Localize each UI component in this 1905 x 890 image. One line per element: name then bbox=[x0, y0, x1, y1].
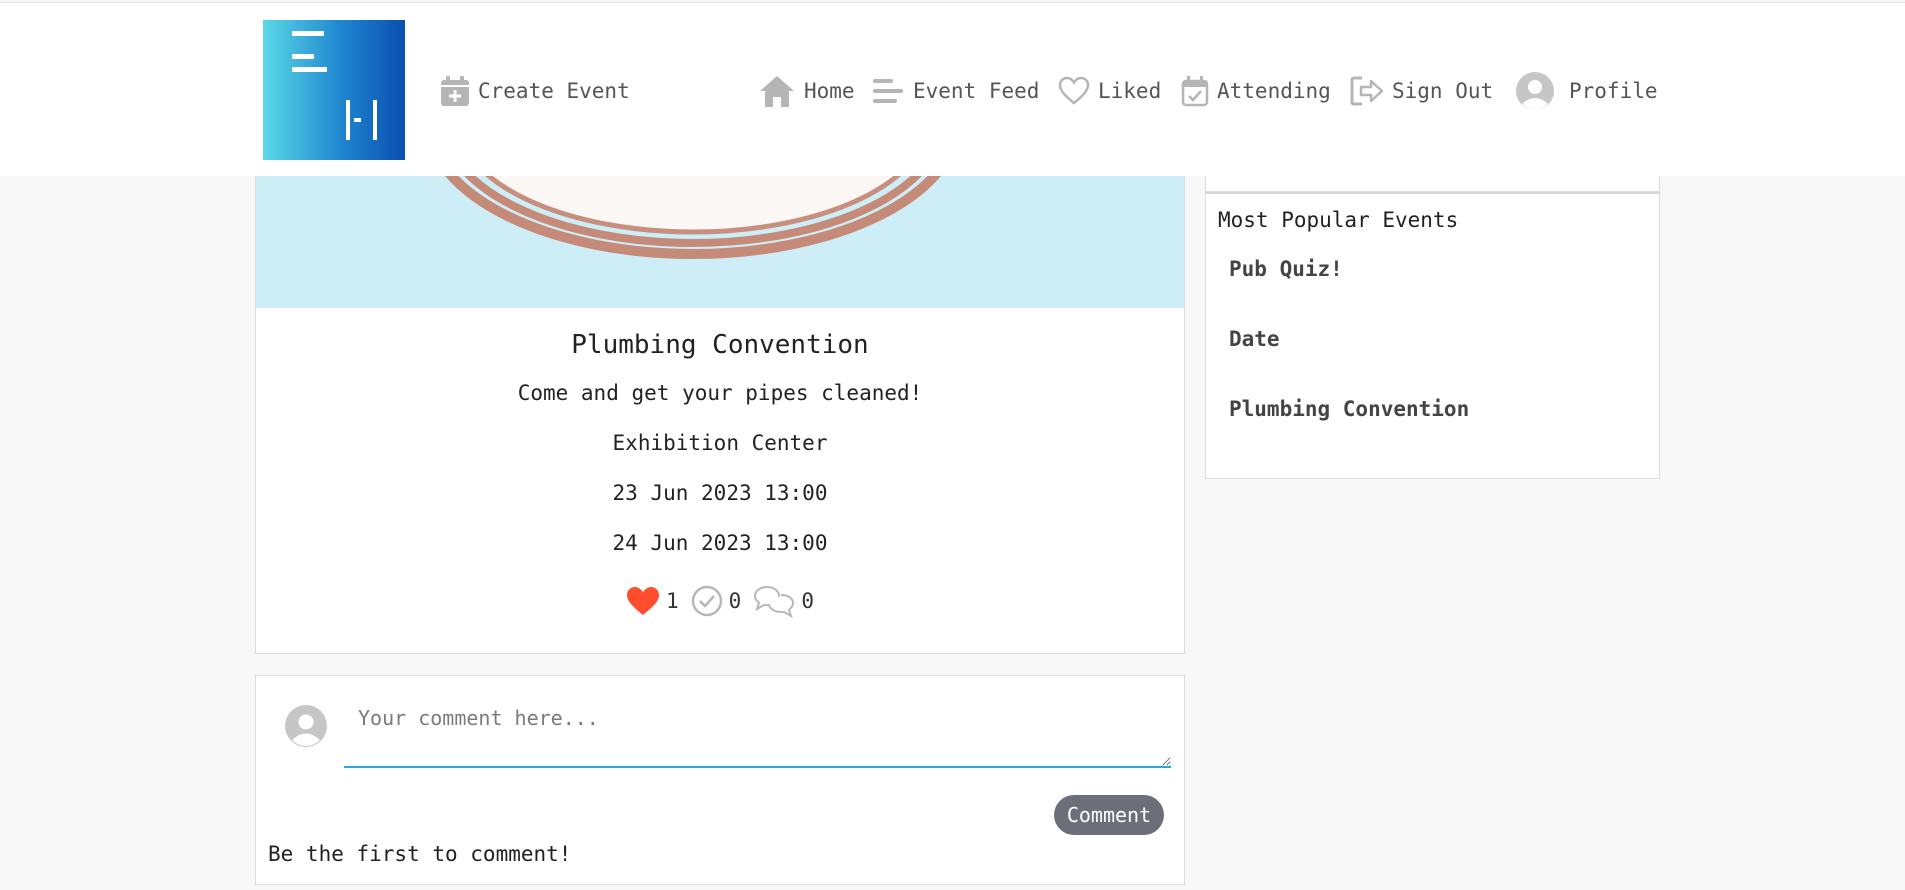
nav-home-label: Home bbox=[804, 79, 855, 103]
likes-count: 1 bbox=[666, 589, 679, 613]
event-location: Exhibition Center bbox=[612, 431, 828, 455]
popular-events-panel: Most Popular Events Pub Quiz! Date Plumb… bbox=[1205, 192, 1660, 479]
popular-event-link[interactable]: Date bbox=[1229, 327, 1280, 351]
nav-event-feed-label: Event Feed bbox=[913, 79, 1040, 103]
nav-sign-out[interactable]: Sign Out bbox=[1350, 71, 1493, 111]
nav-sign-out-label: Sign Out bbox=[1392, 79, 1494, 103]
heart-filled-icon[interactable] bbox=[626, 586, 660, 616]
avatar-icon bbox=[1515, 71, 1555, 111]
attending-count: 0 bbox=[728, 589, 742, 613]
logo-bar bbox=[373, 100, 377, 140]
popular-event-link[interactable]: Pub Quiz! bbox=[1229, 257, 1343, 281]
sidebar-top-panel bbox=[1205, 176, 1660, 192]
nav-home[interactable]: Home bbox=[758, 71, 855, 111]
popular-events-heading: Most Popular Events bbox=[1218, 208, 1459, 232]
logo-bar bbox=[346, 100, 350, 140]
heart-outline-icon bbox=[1058, 76, 1090, 106]
nav-event-feed[interactable]: Event Feed bbox=[873, 71, 1039, 111]
event-description: Come and get your pipes cleaned! bbox=[517, 381, 923, 405]
logo-bar bbox=[354, 118, 361, 122]
calendar-plus-icon bbox=[440, 75, 470, 107]
event-start-date: 23 Jun 2023 13:00 bbox=[612, 481, 828, 505]
event-end-date: 24 Jun 2023 13:00 bbox=[612, 531, 828, 555]
app-logo[interactable] bbox=[263, 20, 405, 160]
logo-bar bbox=[292, 67, 327, 72]
empty-comments-message: Be the first to comment! bbox=[268, 842, 572, 866]
home-icon bbox=[758, 74, 796, 108]
event-title: Plumbing Convention bbox=[571, 330, 869, 360]
nav-profile[interactable]: Profile bbox=[1515, 71, 1658, 111]
popular-event-link[interactable]: Plumbing Convention bbox=[1229, 397, 1469, 421]
comment-input[interactable] bbox=[344, 694, 1171, 768]
logo-bar bbox=[292, 31, 324, 36]
nav-create-event-label: Create Event bbox=[478, 79, 630, 103]
event-banner-image bbox=[256, 176, 1184, 308]
comment-submit-button[interactable]: Comment bbox=[1054, 795, 1164, 835]
logo-bar bbox=[292, 54, 314, 59]
nav-profile-label: Profile bbox=[1569, 79, 1658, 103]
nav-create-event[interactable]: Create Event bbox=[440, 71, 630, 111]
calendar-check-icon bbox=[1181, 75, 1209, 107]
nav-liked[interactable]: Liked bbox=[1058, 71, 1161, 111]
comments-count: 0 bbox=[801, 589, 814, 613]
check-circle-icon[interactable] bbox=[691, 585, 723, 617]
navbar: Create Event Home Event Feed Liked Atten… bbox=[0, 2, 1905, 176]
nav-liked-label: Liked bbox=[1098, 79, 1162, 103]
event-stats: 1 0 0 bbox=[256, 584, 1184, 618]
sign-out-icon bbox=[1350, 75, 1384, 107]
comments-icon[interactable] bbox=[753, 584, 795, 618]
comment-card: Comment Be the first to comment! bbox=[255, 675, 1185, 885]
avatar-icon bbox=[285, 705, 327, 747]
nav-attending[interactable]: Attending bbox=[1181, 71, 1331, 111]
menu-lines-icon bbox=[873, 77, 905, 105]
event-card: Plumbing Convention Come and get your pi… bbox=[255, 176, 1185, 654]
nav-attending-label: Attending bbox=[1217, 79, 1331, 103]
